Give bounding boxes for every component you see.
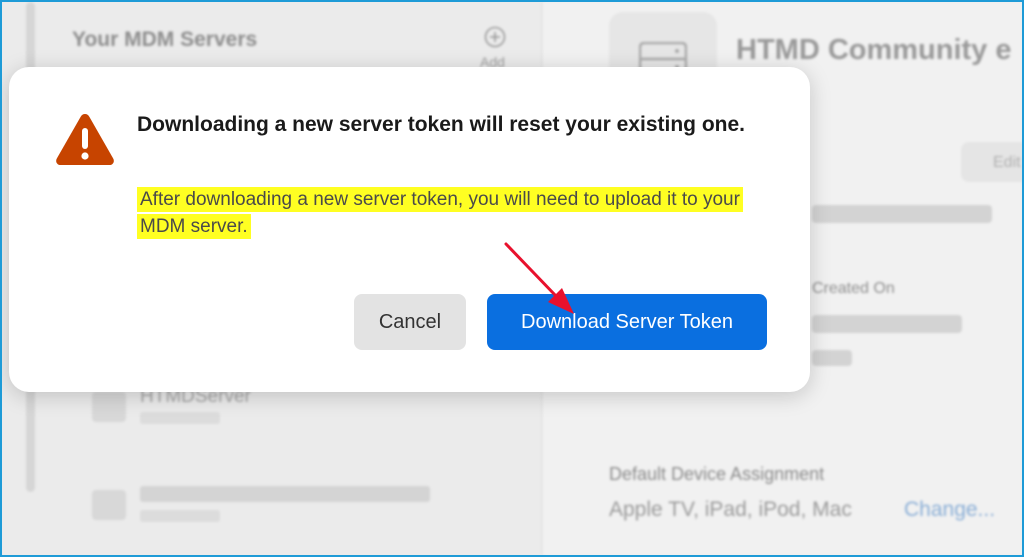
cancel-button[interactable]: Cancel bbox=[354, 294, 466, 350]
blurred-date-value bbox=[812, 205, 992, 223]
sidebar-title: Your MDM Servers bbox=[72, 28, 258, 51]
server-status bbox=[140, 510, 220, 522]
add-circle-icon[interactable] bbox=[484, 26, 506, 48]
blurred-created-value bbox=[812, 315, 962, 333]
server-list-item[interactable]: HTMDServer bbox=[92, 386, 512, 436]
reset-token-alert-dialog: Downloading a new server token will rese… bbox=[9, 67, 810, 392]
change-assignment-link[interactable]: Change... bbox=[904, 498, 995, 522]
server-status bbox=[140, 412, 220, 424]
dialog-title: Downloading a new server token will rese… bbox=[137, 113, 745, 136]
dialog-message: After downloading a new server token, yo… bbox=[137, 186, 777, 240]
server-icon bbox=[92, 490, 126, 520]
download-server-token-button[interactable]: Download Server Token bbox=[487, 294, 767, 350]
server-list-item[interactable] bbox=[92, 484, 512, 534]
server-detail-title: HTMD Community e bbox=[736, 34, 1012, 66]
default-assignment-label: Default Device Assignment bbox=[609, 464, 825, 484]
blurred-created-value bbox=[812, 350, 852, 366]
server-icon bbox=[92, 392, 126, 422]
server-name bbox=[140, 486, 430, 502]
warning-triangle-icon bbox=[56, 114, 114, 165]
screenshot-frame: Your MDM Servers Add HTMDServer HTMD Com… bbox=[0, 0, 1024, 557]
highlighted-message: After downloading a new server token, yo… bbox=[137, 187, 743, 239]
created-on-label: Created On bbox=[812, 280, 895, 297]
default-assignment-value: Apple TV, iPad, iPod, Mac bbox=[609, 498, 852, 521]
edit-button[interactable]: Edit bbox=[961, 142, 1022, 182]
